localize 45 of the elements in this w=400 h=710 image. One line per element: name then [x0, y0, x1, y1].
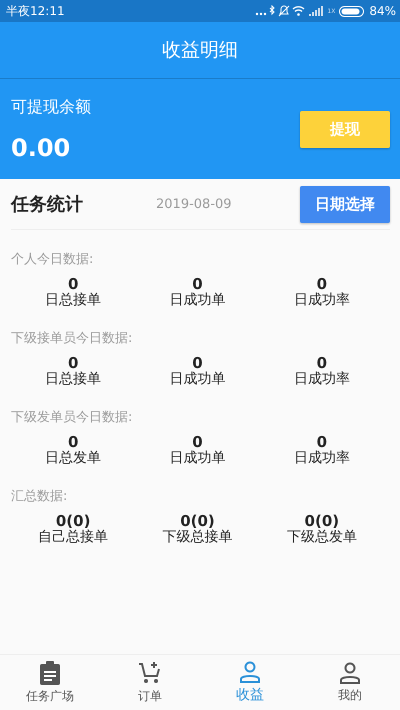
tab-item[interactable]: 我的 — [300, 655, 400, 710]
stat-value: 0 — [68, 355, 78, 371]
stat-label: 日成功率 — [294, 450, 350, 467]
stat-value: 0(0) — [180, 513, 215, 529]
status-icons-drawing — [255, 5, 306, 17]
stat-value: 0 — [68, 434, 78, 450]
stat-value: 0 — [192, 355, 203, 371]
stat-label: 日成功率 — [294, 292, 350, 309]
cart-add-icon — [138, 660, 162, 684]
stat-label: 日成功单 — [169, 292, 226, 309]
section-title: 任务统计 — [11, 193, 84, 216]
stat-label: 日成功率 — [294, 371, 350, 388]
stat-label: 自己总接单 — [38, 529, 108, 546]
stat-label: 日成功单 — [169, 450, 226, 467]
status-time: 半夜12:11 — [6, 2, 65, 20]
stat-label: 下级总发单 — [286, 529, 357, 546]
stat-label: 日总发单 — [45, 450, 102, 467]
person-icon — [239, 661, 261, 683]
tab-item[interactable]: 订单 — [100, 655, 200, 710]
date-text: 2019-08-09 — [156, 196, 233, 212]
group-title: 个人今日数据: — [11, 252, 94, 267]
battery-icon — [339, 6, 366, 16]
stat-value: 0 — [192, 276, 203, 292]
group-title: 下级接单员今日数据: — [11, 331, 132, 346]
person-icon — [339, 662, 361, 684]
stat-label: 日成功单 — [169, 371, 226, 388]
stat-label: 日总接单 — [45, 292, 102, 309]
page-title: 收益明细 — [162, 38, 238, 63]
stat-value: 0 — [316, 355, 328, 371]
stat-value: 0 — [316, 434, 328, 450]
signal-icon — [309, 6, 324, 16]
stat-value: 0 — [316, 276, 328, 292]
group-title: 汇总数据: — [11, 489, 68, 504]
balance-amount: 0.00 — [11, 134, 72, 162]
stat-value: 0(0) — [56, 513, 90, 529]
group-title: 下级发单员今日数据: — [11, 410, 132, 425]
stat-value: 0 — [192, 434, 203, 450]
stat-value: 0 — [68, 276, 78, 292]
battery-percent: 84% — [369, 4, 396, 18]
tab-item[interactable]: 任务广场 — [0, 655, 100, 710]
balance-label: 可提现余额 — [11, 96, 91, 118]
stat-label: 日总接单 — [45, 371, 102, 388]
stat-label: 下级总接单 — [162, 529, 232, 546]
clipboard-icon — [39, 660, 61, 684]
stat-value: 0(0) — [304, 513, 340, 529]
